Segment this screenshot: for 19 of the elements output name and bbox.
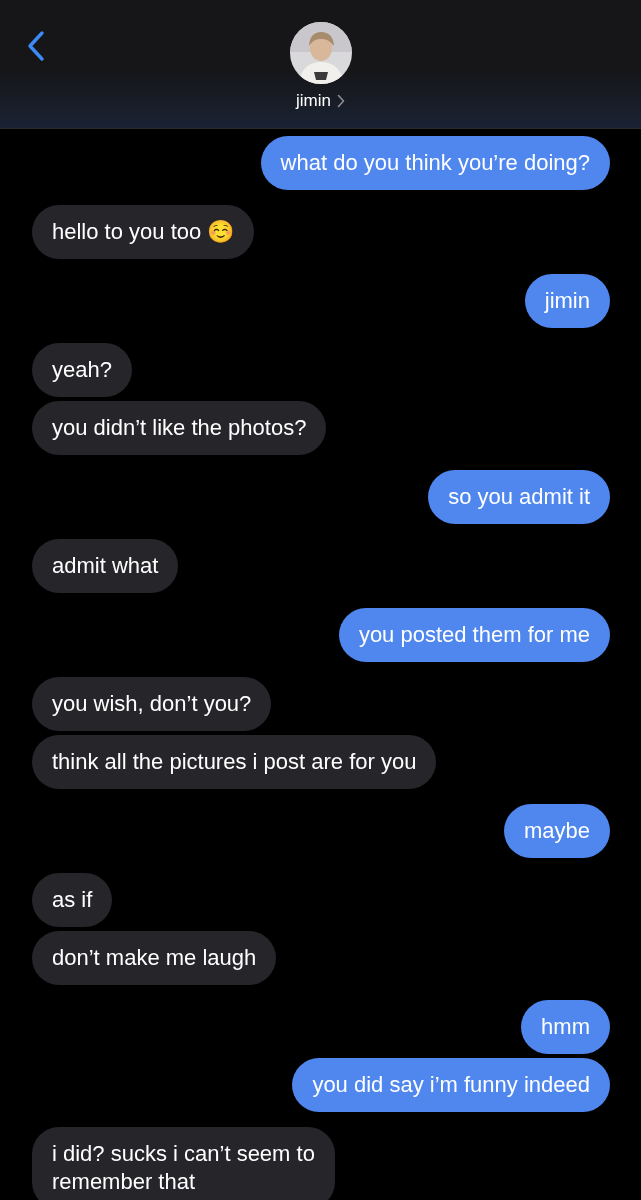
message-bubble: jimin xyxy=(524,274,610,328)
contact-name-link[interactable]: jimin xyxy=(296,91,345,111)
message-bubble: admit what xyxy=(32,539,179,593)
message-bubble: what do you think you’re doing? xyxy=(260,136,610,190)
message-bubble: don’t make me laugh xyxy=(32,931,277,985)
message-bubble: hmm xyxy=(521,1000,610,1054)
message-bubble: you wish, don’t you? xyxy=(32,677,272,731)
message-bubble: maybe xyxy=(503,804,610,858)
message-bubble: yeah? xyxy=(32,343,132,397)
message-bubble: so you admit it xyxy=(428,470,610,524)
message-bubble: you didn’t like the photos? xyxy=(32,401,327,455)
message-bubble: i did? sucks i can’t seem to remember that xyxy=(32,1127,335,1200)
message-bubble: you posted them for me xyxy=(338,608,610,662)
message-bubble: hello to you too ☺ xyxy=(32,205,255,259)
message-bubble: as if xyxy=(32,873,113,927)
message-bubble: you did say i’m funny indeed xyxy=(292,1058,610,1112)
message-bubble: think all the pictures i post are for you xyxy=(32,735,437,789)
back-icon[interactable] xyxy=(26,30,46,62)
chevron-icon xyxy=(336,94,345,108)
